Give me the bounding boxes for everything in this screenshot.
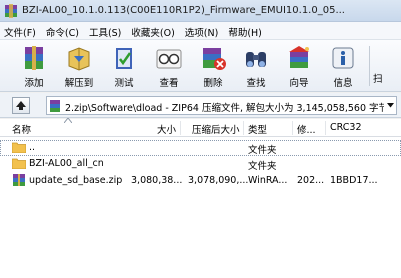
menu-help[interactable]: 帮助(H)	[224, 22, 268, 39]
info-icon	[332, 47, 354, 69]
list-item[interactable]: BZI-AL00_all_cn 文件夹	[0, 156, 401, 172]
column-type[interactable]: 类型	[248, 122, 267, 136]
binoculars-icon	[246, 52, 266, 67]
menu-tools[interactable]: 工具(S)	[85, 22, 127, 39]
chevron-down-icon	[387, 103, 394, 108]
file-list[interactable]: 名称 大小 压缩后大小 类型 修... CRC32 .. 文件夹 BZI-AL0…	[0, 118, 401, 278]
test-icon	[116, 48, 132, 69]
test-label: 测试	[114, 78, 134, 89]
item-type: WinRA...	[248, 175, 288, 186]
delete-button[interactable]: 删除	[193, 42, 233, 90]
column-name[interactable]: 名称	[12, 122, 31, 136]
column-divider[interactable]	[325, 121, 326, 135]
extract-icon	[68, 47, 90, 71]
up-folder-button[interactable]	[12, 97, 30, 114]
delete-icon	[203, 48, 226, 70]
find-label: 查找	[246, 78, 266, 89]
menu-bar: 文件(F) 命令(C) 工具(S) 收藏夹(O) 选项(N) 帮助(H)	[0, 22, 401, 40]
item-modified: 202...	[297, 175, 325, 186]
toolbar-separator	[369, 46, 370, 86]
column-size[interactable]: 大小	[157, 122, 176, 136]
info-button[interactable]: 信息	[323, 42, 363, 90]
address-bar: 2.zip\Software\dload - ZIP64 压缩文件, 解包大小为…	[0, 93, 401, 118]
add-label: 添加	[24, 78, 44, 89]
list-header: 名称 大小 压缩后大小 类型 修... CRC32	[0, 118, 401, 137]
folder-icon	[12, 142, 26, 153]
menu-options[interactable]: 选项(N)	[181, 22, 225, 39]
item-packed-size: 3,078,090,...	[188, 175, 249, 186]
extract-to-button[interactable]: 解压到	[59, 42, 99, 90]
test-button[interactable]: 测试	[104, 42, 144, 90]
info-label: 信息	[333, 78, 353, 89]
up-arrow-icon	[16, 101, 26, 110]
wizard-button[interactable]: 向导	[279, 42, 319, 90]
item-type: 文件夹	[248, 145, 277, 156]
item-crc32: 1BBD17...	[330, 175, 378, 186]
add-button[interactable]: 添加	[14, 42, 54, 90]
wizard-label: 向导	[289, 78, 309, 89]
menu-favorites[interactable]: 收藏夹(O)	[127, 22, 180, 39]
view-label: 查看	[159, 78, 179, 89]
column-divider[interactable]	[180, 121, 181, 135]
column-modified[interactable]: 修...	[297, 122, 316, 136]
path-dropdown[interactable]: 2.zip\Software\dload - ZIP64 压缩文件, 解包大小为…	[46, 96, 397, 115]
view-glasses-icon	[156, 49, 182, 69]
toolbar-overflow-label[interactable]: 扫	[373, 71, 383, 85]
item-type: 文件夹	[248, 161, 277, 172]
toolbar: 添加 解压到 测试 查看 删除 查找 向导 信息 扫	[0, 40, 401, 92]
archive-path-icon	[50, 100, 60, 112]
find-button[interactable]: 查找	[236, 42, 276, 90]
column-divider[interactable]	[243, 121, 244, 135]
delete-label: 删除	[203, 78, 223, 89]
add-archive-icon	[25, 46, 43, 70]
path-text: 2.zip\Software\dload - ZIP64 压缩文件, 解包大小为…	[65, 103, 389, 114]
menu-commands[interactable]: 命令(C)	[42, 22, 85, 39]
winrar-archive-icon	[13, 174, 25, 186]
title-bar[interactable]: BZI-AL00_10.1.0.113(C00E110R1P2)_Firmwar…	[0, 0, 401, 22]
column-divider[interactable]	[292, 121, 293, 135]
item-size: 3,080,38...	[131, 175, 183, 186]
item-name: update_sd_base.zip	[29, 175, 123, 186]
winrar-window: BZI-AL00_10.1.0.113(C00E110R1P2)_Firmwar…	[0, 0, 401, 278]
item-name: BZI-AL00_all_cn	[29, 158, 104, 169]
column-crc32[interactable]: CRC32	[330, 122, 361, 133]
folder-icon	[12, 158, 26, 169]
extract-label: 解压到	[64, 78, 94, 89]
window-title: BZI-AL00_10.1.0.113(C00E110R1P2)_Firmwar…	[22, 5, 345, 16]
list-item[interactable]: .. 文件夹	[0, 140, 401, 156]
path-dropdown-arrow[interactable]	[384, 97, 396, 114]
sort-ascending-icon	[64, 118, 72, 123]
column-packed-size[interactable]: 压缩后大小	[192, 122, 240, 136]
view-button[interactable]: 查看	[149, 42, 189, 90]
list-item[interactable]: update_sd_base.zip 3,080,38... 3,078,090…	[0, 173, 401, 189]
wizard-icon	[289, 46, 309, 68]
item-name: ..	[29, 142, 36, 153]
winrar-app-icon	[5, 4, 17, 18]
menu-file[interactable]: 文件(F)	[0, 22, 42, 39]
